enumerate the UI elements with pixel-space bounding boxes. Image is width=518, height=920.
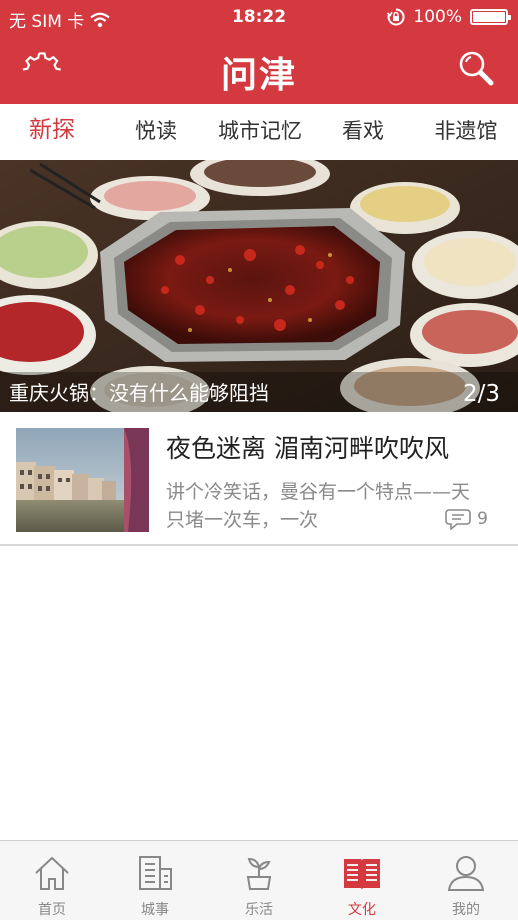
list-item[interactable]: 夜色迷离 湄南河畔吹吹风 讲个冷笑话，曼谷有一个特点——天只堵一次车，一次 9: [0, 412, 518, 546]
tab-xintan[interactable]: 新探: [20, 104, 84, 160]
battery-percentage: 100%: [413, 7, 462, 27]
tabbar-city[interactable]: 城事: [103, 841, 207, 920]
person-icon: [447, 856, 485, 891]
tabbar-culture[interactable]: 文化: [310, 841, 414, 920]
app-screen: 无 SIM 卡 18:22 100% 问津 新探 悦读 城市记忆 看戏 非遗馆 …: [0, 0, 518, 920]
rotation-lock-icon: [387, 8, 405, 26]
battery-fill: [473, 12, 505, 22]
tabbar-lehuo-label: 乐活: [245, 902, 273, 918]
bottom-tab-bar: 首页 城事 乐活 文化 我的: [0, 840, 518, 920]
search-icon[interactable]: [456, 48, 496, 88]
article-thumbnail: [16, 428, 149, 532]
status-right: 100%: [387, 7, 511, 27]
building-icon: [139, 856, 172, 890]
tabbar-city-label: 城事: [141, 902, 169, 918]
comment-count-value: 9: [477, 509, 488, 529]
tab-kanxi[interactable]: 看戏: [336, 104, 390, 160]
hero-pager: 2/3: [462, 381, 500, 407]
tabbar-lehuo[interactable]: 乐活: [207, 841, 311, 920]
tabbar-mine-label: 我的: [452, 902, 480, 918]
book-icon: [344, 859, 380, 890]
tab-yuedu[interactable]: 悦读: [128, 104, 184, 160]
home-icon: [35, 856, 69, 890]
battery-icon: [470, 9, 511, 25]
app-header: 问津: [0, 34, 518, 104]
tabbar-home[interactable]: 首页: [0, 841, 104, 920]
plant-icon: [246, 857, 272, 890]
comment-count[interactable]: 9: [439, 508, 488, 530]
app-logo: 问津: [220, 54, 297, 96]
hero-banner[interactable]: 重庆火锅：没有什么能够阻挡 2/3: [0, 160, 518, 412]
hero-caption: 重庆火锅：没有什么能够阻挡: [9, 381, 269, 405]
status-bar: 无 SIM 卡 18:22 100%: [0, 0, 518, 34]
article-title: 夜色迷离 湄南河畔吹吹风: [166, 434, 449, 463]
comment-icon: [445, 509, 471, 530]
tab-city-memory[interactable]: 城市记忆: [212, 104, 308, 160]
tabbar-home-label: 首页: [38, 902, 66, 918]
category-tabs: 新探 悦读 城市记忆 看戏 非遗馆: [0, 104, 518, 160]
tabbar-mine[interactable]: 我的: [414, 841, 518, 920]
tab-feiyiguan[interactable]: 非遗馆: [428, 104, 504, 160]
tabbar-culture-label: 文化: [348, 902, 376, 918]
